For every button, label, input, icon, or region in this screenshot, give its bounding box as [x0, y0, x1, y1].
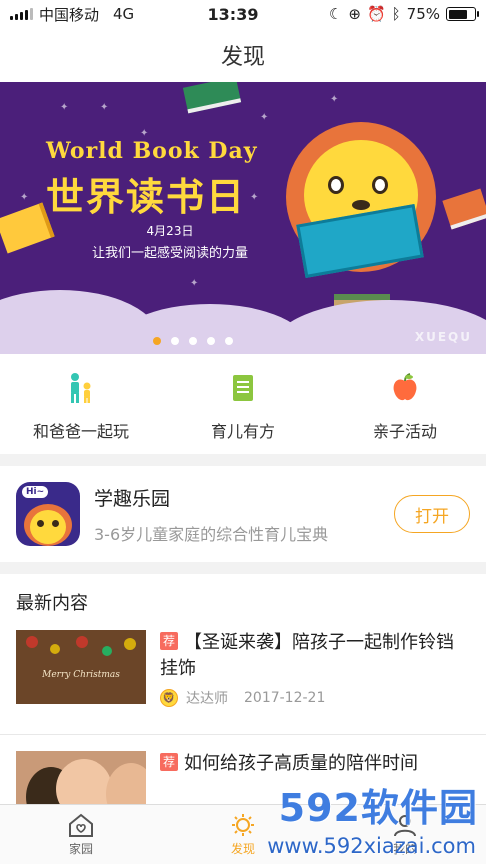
- signal-icon: [10, 8, 33, 20]
- status-bar: 中国移动 4G 13:39 ☾ ⊕ ⏰ ᛒ 75%: [0, 0, 486, 28]
- tab-label: 家园: [68, 842, 93, 856]
- document-icon: [225, 370, 261, 406]
- watermark-url: www.592xiazai.com: [267, 834, 476, 858]
- app-description: 3-6岁儿童家庭的综合性育儿宝典: [94, 524, 329, 544]
- page-title: 发现: [220, 45, 265, 70]
- quick-links: 和爸爸一起玩 育儿有方 亲子活动: [0, 354, 486, 454]
- moon-icon: ☾: [328, 5, 343, 23]
- recommended-badge: 荐: [160, 632, 178, 650]
- article-item[interactable]: Merry Christmas 荐【圣诞来袭】陪孩子一起制作铃铛挂饰 🦁 达达师…: [0, 630, 486, 718]
- divider: [0, 734, 486, 735]
- recommended-badge: 荐: [160, 753, 178, 771]
- carrier-label: 中国移动: [39, 5, 100, 24]
- app-logo-badge: Hi~: [22, 486, 49, 498]
- banner-subtitle: 让我们一起感受阅读的力量: [91, 246, 248, 261]
- article-author: 达达师: [186, 691, 228, 707]
- alarm-icon: ⏰: [366, 5, 386, 23]
- nav-bar: 发现: [0, 28, 486, 82]
- quick-link-label: 和爸爸一起玩: [32, 422, 129, 441]
- quick-link-parenting[interactable]: 育儿有方: [162, 354, 324, 454]
- network-label: 4G: [113, 5, 135, 23]
- apple-icon: [387, 370, 423, 406]
- clock: 13:39: [207, 4, 259, 24]
- article-title: 如何给孩子高质量的陪伴时间: [184, 753, 418, 774]
- quick-link-play-with-dad[interactable]: 和爸爸一起玩: [0, 354, 162, 454]
- bluetooth-icon: ᛒ: [391, 5, 401, 23]
- carousel-dot[interactable]: [189, 337, 197, 345]
- article-thumbnail: Merry Christmas: [16, 630, 146, 704]
- carousel-dot[interactable]: [225, 337, 233, 345]
- banner-date: 4月23日: [146, 224, 194, 238]
- battery-percent: 75%: [406, 5, 440, 23]
- carousel-indicator[interactable]: [0, 337, 486, 345]
- app-name: 学趣乐园: [94, 487, 171, 510]
- open-app-button[interactable]: 打开: [394, 495, 470, 533]
- article-date: 2017-12-21: [244, 690, 326, 706]
- author-avatar: 🦁: [160, 689, 178, 707]
- quick-link-label: 育儿有方: [210, 422, 275, 441]
- section-title: 最新内容: [16, 593, 88, 614]
- article-title: 【圣诞来袭】陪孩子一起制作铃铛挂饰: [160, 632, 454, 679]
- banner-title-en: World Book Day: [46, 138, 258, 164]
- watermark-brand: 592软件园: [278, 786, 478, 830]
- carousel-dot[interactable]: [207, 337, 215, 345]
- book-icon: [442, 188, 486, 230]
- home-icon: [69, 813, 93, 837]
- carousel-dot[interactable]: [153, 337, 161, 345]
- parent-child-icon: [63, 370, 99, 406]
- promo-banner[interactable]: ✦ ✦ ✦ ✦ ✦ ✦ ✦ ✦ World Book Day 世界读书日 4月2…: [0, 82, 486, 354]
- site-watermark: 592软件园 www.592xiazai.com: [240, 776, 486, 864]
- app-logo: Hi~: [16, 482, 80, 546]
- battery-icon: [446, 7, 479, 21]
- lock-rotation-icon: ⊕: [348, 5, 361, 23]
- book-icon: [182, 82, 242, 114]
- banner-title: 世界读书日: [46, 175, 247, 219]
- thumbnail-caption: Merry Christmas: [42, 670, 120, 680]
- latest-content-section: 最新内容 Merry Christmas 荐【圣诞来袭】陪孩子一起制作铃铛挂饰 …: [0, 574, 486, 825]
- quick-link-label: 亲子活动: [372, 422, 437, 441]
- tab-home[interactable]: 家园: [0, 805, 162, 864]
- carousel-dot[interactable]: [171, 337, 179, 345]
- quick-link-activities[interactable]: 亲子活动: [324, 354, 486, 454]
- app-promo-card[interactable]: Hi~ 学趣乐园 3-6岁儿童家庭的综合性育儿宝典 打开: [0, 466, 486, 562]
